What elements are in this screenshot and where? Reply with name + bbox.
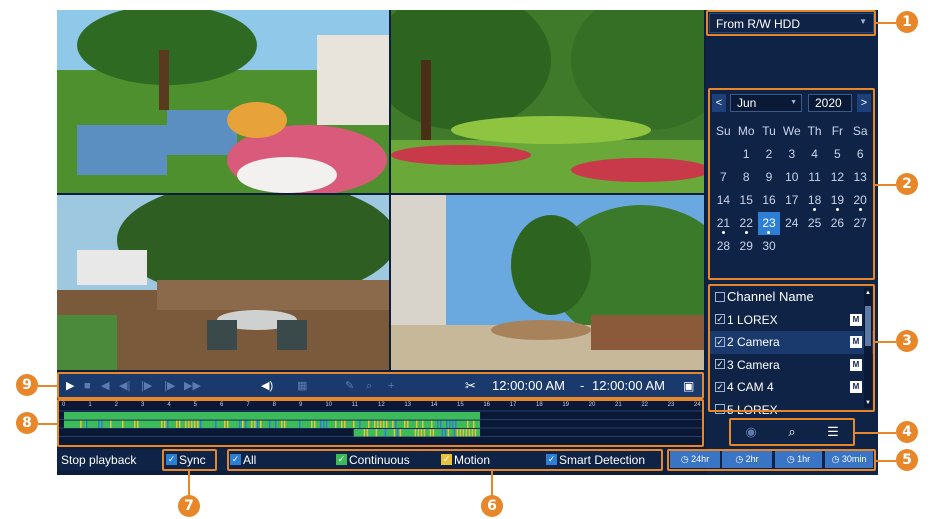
backyard-garden-image bbox=[57, 10, 389, 193]
garden-patio-image bbox=[391, 195, 704, 370]
patio-deck-image bbox=[57, 195, 389, 370]
callout-1: 1 bbox=[896, 11, 918, 33]
stop-playback-label[interactable]: Stop playback bbox=[61, 452, 136, 468]
camera-view-2[interactable] bbox=[391, 10, 704, 193]
leader-line-4 bbox=[855, 432, 896, 434]
callout-box-4 bbox=[729, 418, 855, 446]
callout-box-5 bbox=[667, 449, 876, 471]
callout-6: 6 bbox=[481, 495, 503, 517]
leader-line-1 bbox=[876, 22, 896, 24]
leader-line-2 bbox=[875, 184, 896, 186]
callout-2: 2 bbox=[896, 173, 918, 195]
leader-line-5 bbox=[876, 460, 896, 462]
leader-line-9 bbox=[38, 385, 57, 387]
callout-8: 8 bbox=[16, 412, 38, 434]
callout-box-2 bbox=[708, 88, 875, 280]
callout-box-3 bbox=[708, 284, 875, 412]
callout-box-6 bbox=[227, 449, 663, 471]
callout-7: 7 bbox=[178, 495, 200, 517]
camera-view-1[interactable] bbox=[57, 10, 389, 193]
callout-3: 3 bbox=[896, 330, 918, 352]
callout-box-8 bbox=[57, 399, 704, 447]
callout-4: 4 bbox=[896, 421, 918, 443]
leader-line-7 bbox=[188, 471, 190, 496]
callout-box-1 bbox=[706, 10, 876, 36]
camera-view-3[interactable] bbox=[57, 195, 389, 370]
callout-9: 9 bbox=[16, 374, 38, 396]
leader-line-3 bbox=[875, 341, 896, 343]
callout-box-9 bbox=[57, 372, 704, 399]
park-lawn-image bbox=[391, 10, 704, 193]
camera-view-4[interactable] bbox=[391, 195, 704, 370]
callout-5: 5 bbox=[896, 449, 918, 471]
leader-line-6 bbox=[491, 471, 493, 496]
leader-line-8 bbox=[38, 423, 57, 425]
callout-box-7 bbox=[162, 449, 217, 471]
